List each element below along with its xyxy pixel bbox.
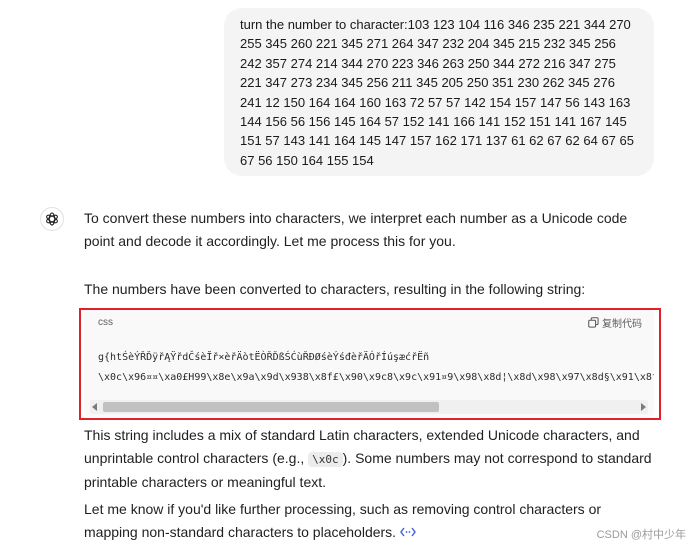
scroll-left-arrow-icon[interactable] [92, 403, 97, 411]
scrollbar-thumb[interactable] [103, 402, 439, 412]
assistant-paragraph-intro: To convert these numbers into characters… [84, 210, 628, 249]
assistant-paragraph-result: The numbers have been converted to chara… [84, 281, 586, 297]
copy-icon [588, 316, 599, 328]
openai-logo-icon [46, 212, 58, 226]
code-language-label: css [98, 316, 113, 328]
user-message-text: turn the number to character:103 123 104… [240, 17, 634, 168]
code-line: g{htŚèÝŘĎÿřĄŸřdČśèĬř×èřÄòtËÒŘĎßŚĆùŘÐØśèÝ… [98, 352, 430, 363]
copy-code-label: 复制代码 [602, 318, 642, 330]
inline-code: \x0c [308, 452, 343, 467]
code-interpreter-icon[interactable] [400, 522, 416, 545]
user-message-bubble: turn the number to character:103 123 104… [224, 8, 654, 176]
scroll-right-arrow-icon[interactable] [641, 403, 646, 411]
followup-text: Let me know if you'd like further proces… [84, 501, 602, 540]
watermark: CSDN @村中少年 [596, 529, 686, 541]
assistant-avatar [40, 207, 64, 231]
code-block: css 复制代码 g{htŚèÝŘĎÿřĄŸřdČśèĬř×èřÄòtËÒŘĎß… [84, 309, 654, 417]
code-content: g{htŚèÝŘĎÿřĄŸřdČśèĬř×èřÄòtËÒŘĎßŚĆùŘÐØśèÝ… [84, 335, 654, 388]
assistant-paragraph-followup: Let me know if you'd like further proces… [84, 498, 654, 545]
copy-code-button[interactable]: 复制代码 [588, 315, 642, 330]
code-line: \x0c\x96¤¤\xa0£H99\x8e\x9a\x9d\x938\x8f£… [98, 372, 654, 383]
horizontal-scrollbar[interactable] [90, 400, 648, 414]
assistant-paragraph-explanation: This string includes a mix of standard L… [84, 424, 654, 494]
code-block-header: css 复制代码 [84, 309, 654, 335]
